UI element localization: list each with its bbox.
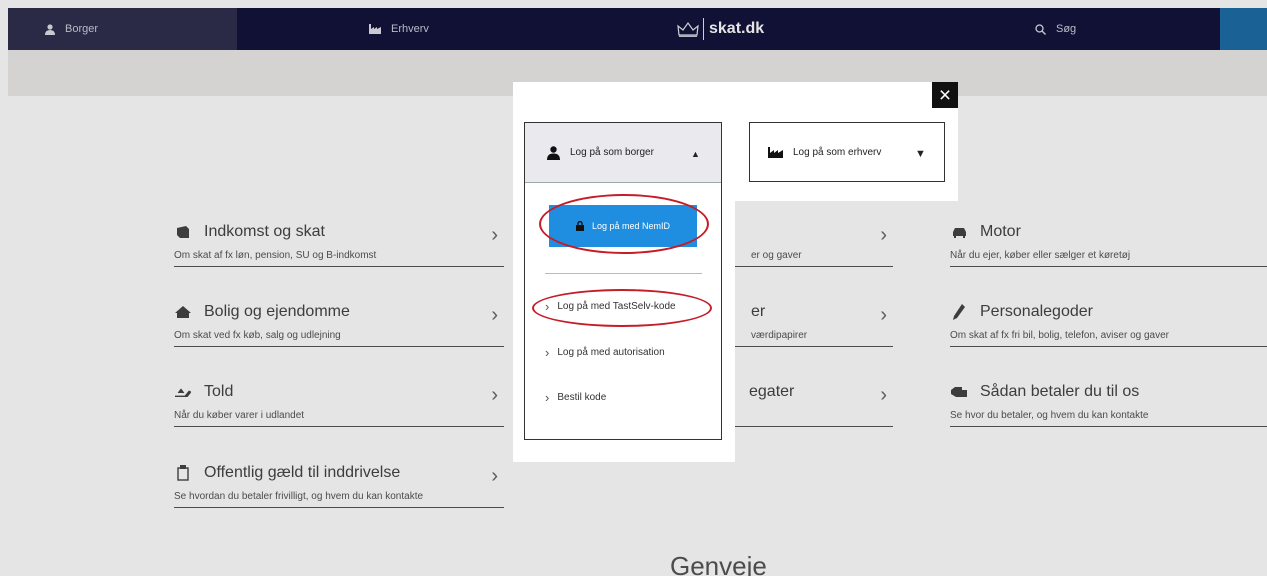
- autorisation-login-label: Log på med autorisation: [557, 346, 665, 358]
- login-borger-toggle[interactable]: Log på som borger ▲: [525, 123, 721, 183]
- close-button[interactable]: ×: [932, 82, 958, 108]
- triangle-up-icon: ▲: [691, 149, 700, 159]
- annotation-ring-nemid: [539, 194, 709, 254]
- triangle-down-icon: ▼: [915, 148, 926, 160]
- login-borger-dropdown: Log på som borger ▲ Log på med NemID › L…: [524, 122, 722, 440]
- person-icon: [547, 145, 560, 160]
- divider: [545, 273, 702, 274]
- autorisation-login-link[interactable]: › Log på med autorisation: [545, 343, 665, 361]
- factory-icon: [768, 146, 783, 158]
- annotation-ring-tastselv: [532, 289, 712, 327]
- bestil-kode-label: Bestil kode: [557, 391, 607, 403]
- login-erhverv-toggle[interactable]: Log på som erhverv ▼: [749, 122, 945, 182]
- login-borger-label: Log på som borger: [570, 147, 654, 158]
- chevron-right-icon: ›: [545, 389, 550, 405]
- login-erhverv-label: Log på som erhverv: [793, 146, 882, 158]
- chevron-right-icon: ›: [545, 344, 550, 360]
- bestil-kode-link[interactable]: › Bestil kode: [545, 388, 606, 406]
